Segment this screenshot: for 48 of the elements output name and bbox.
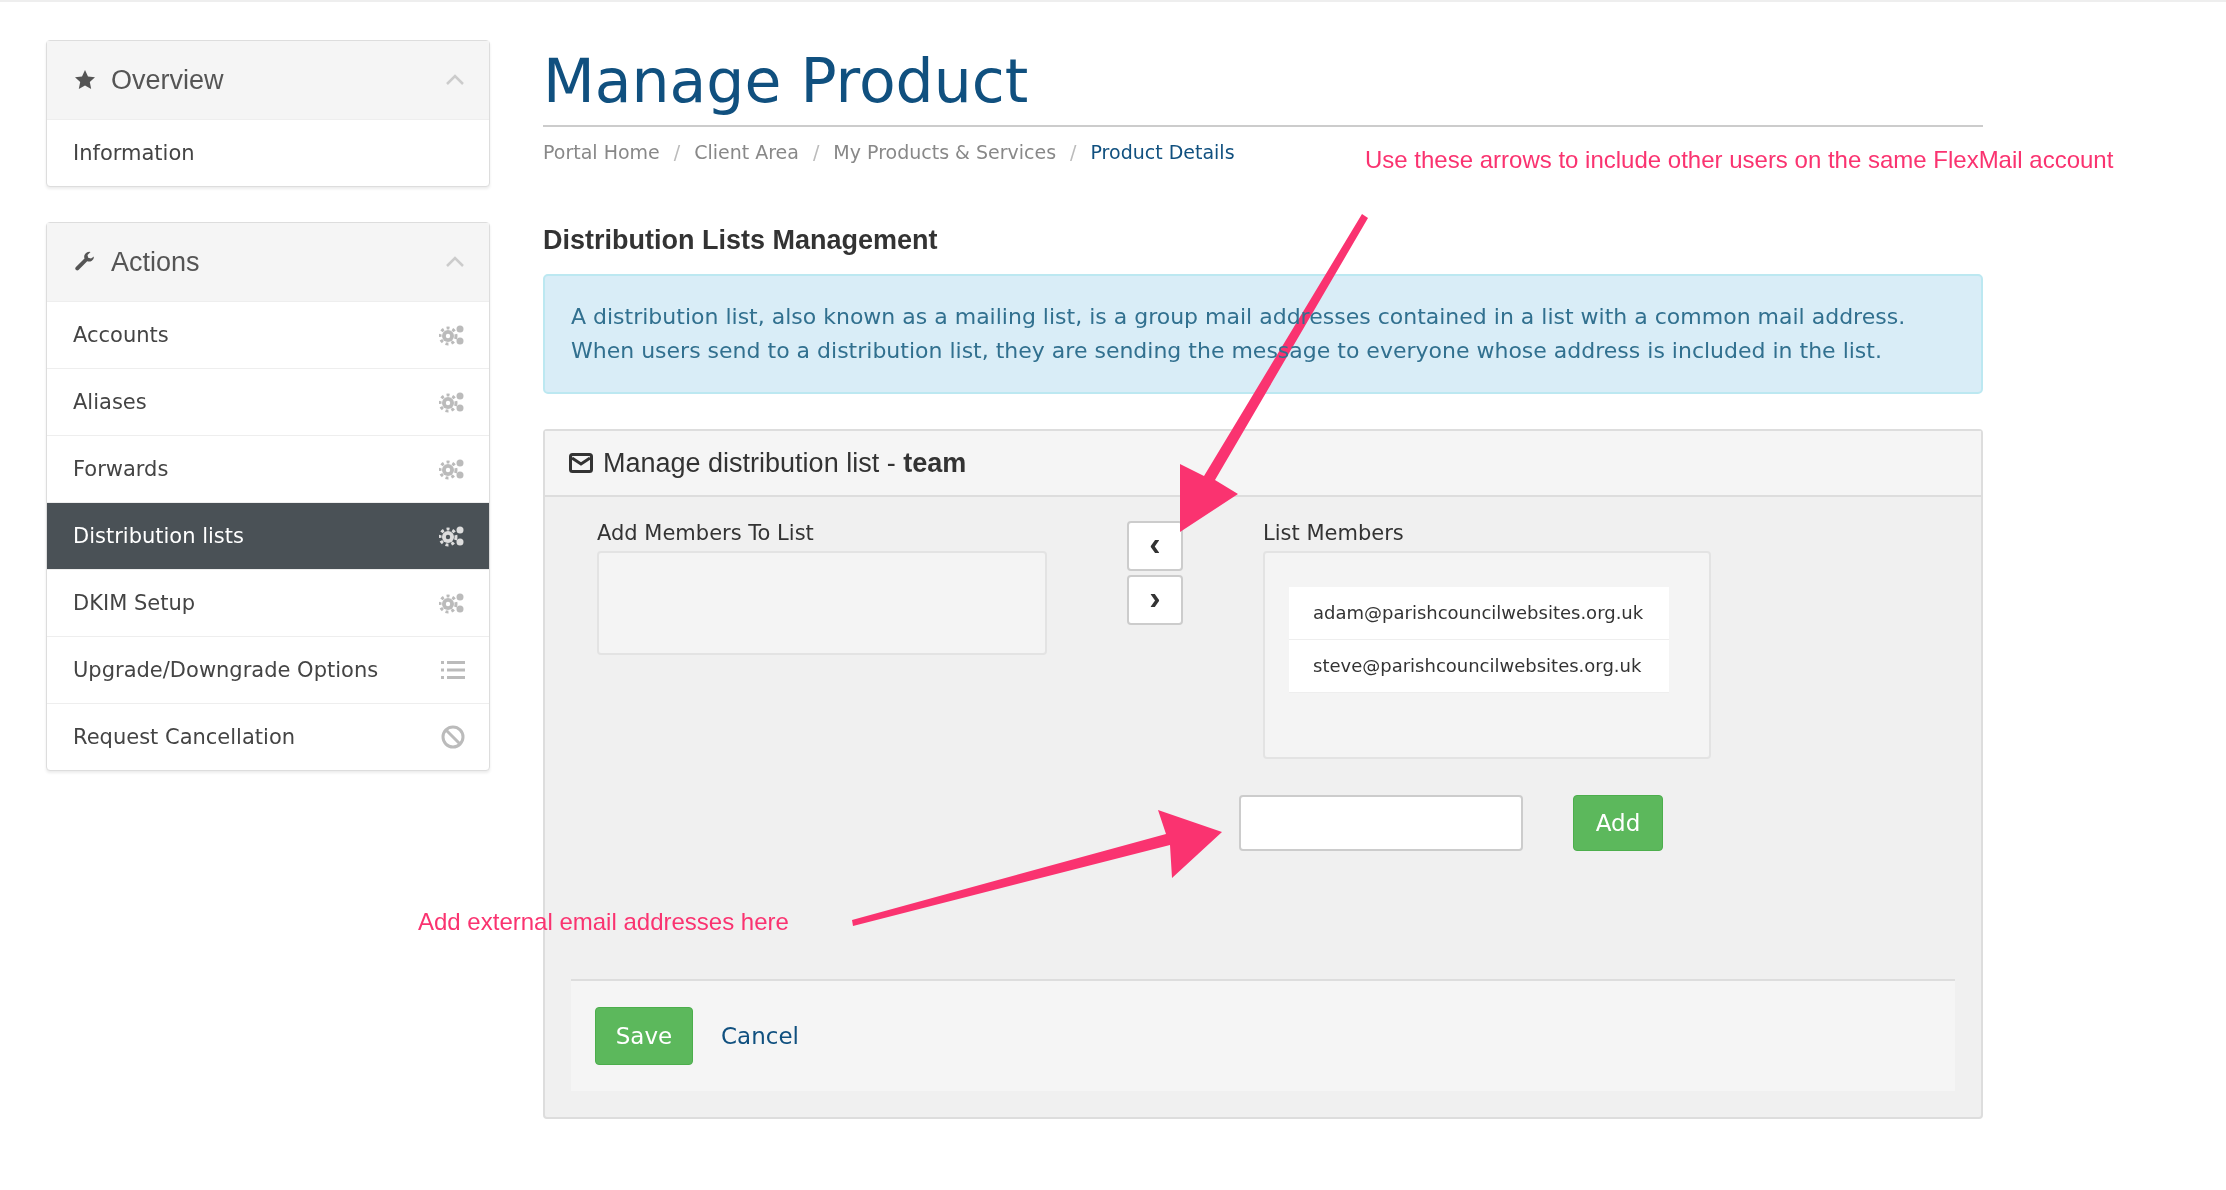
sidebar-item[interactable]: Information bbox=[47, 119, 489, 186]
section-title: Distribution Lists Management bbox=[543, 225, 939, 256]
sidebar-item[interactable]: Accounts bbox=[47, 301, 489, 368]
sidebar-item[interactable]: Request Cancellation bbox=[47, 703, 489, 770]
sidebar-item-label: Upgrade/Downgrade Options bbox=[73, 658, 379, 682]
sidebar-item-label: Aliases bbox=[73, 390, 147, 414]
ban-icon bbox=[441, 725, 465, 749]
sidebar-panel-header[interactable]: Overview bbox=[47, 41, 489, 119]
breadcrumb-link[interactable]: Client Area bbox=[694, 141, 799, 163]
annotation-text: Add external email addresses here bbox=[418, 908, 789, 936]
sidebar-item[interactable]: Aliases bbox=[47, 368, 489, 435]
panel-title: Manage distribution list - team bbox=[603, 447, 967, 479]
sidebar-item[interactable]: Distribution lists bbox=[47, 502, 489, 569]
breadcrumb-separator: / bbox=[673, 141, 681, 163]
sidebar-item-label: DKIM Setup bbox=[73, 591, 196, 615]
page-title: Manage Product bbox=[543, 45, 1983, 127]
breadcrumb-link[interactable]: Product Details bbox=[1090, 141, 1235, 163]
move-right-button[interactable]: › bbox=[1127, 575, 1183, 625]
annotation-text: Use these arrows to include other users on the same FlexMail account bbox=[1365, 146, 2114, 174]
list-icon bbox=[441, 660, 465, 680]
field-label: List Members bbox=[1263, 521, 1405, 545]
field-label: Add Members To List bbox=[597, 521, 815, 545]
breadcrumb-separator: / bbox=[1070, 141, 1077, 163]
sidebar-panel-header[interactable]: Actions bbox=[47, 223, 489, 301]
gears-icon bbox=[439, 592, 465, 614]
member-item[interactable]: steve@parishcouncilwebsites.org.uk bbox=[1289, 640, 1669, 693]
email-input-field[interactable] bbox=[1239, 795, 1523, 851]
breadcrumb-link[interactable]: My Products & Services bbox=[833, 141, 1057, 163]
gears-icon bbox=[439, 324, 465, 346]
sidebar-item[interactable]: DKIM Setup bbox=[47, 569, 489, 636]
sidebar-panel-title: Overview bbox=[111, 64, 225, 96]
sidebar-panel-title: Actions bbox=[111, 246, 201, 278]
cancel-link[interactable]: Cancel bbox=[721, 1023, 799, 1049]
sidebar-item-label: Forwards bbox=[73, 457, 169, 481]
move-left-button[interactable]: ‹ bbox=[1127, 521, 1183, 571]
gears-icon bbox=[439, 391, 465, 413]
member-item[interactable]: adam@parishcouncilwebsites.org.uk bbox=[1289, 587, 1669, 640]
breadcrumb-link[interactable]: Portal Home bbox=[543, 141, 660, 163]
sidebar-item-label: Distribution lists bbox=[73, 524, 244, 548]
breadcrumb-separator: / bbox=[812, 141, 820, 163]
star-icon bbox=[73, 68, 97, 92]
sidebar-item-label: Information bbox=[73, 141, 195, 165]
gears-icon bbox=[439, 525, 465, 547]
sidebar-item[interactable]: Upgrade/Downgrade Options bbox=[47, 636, 489, 703]
sidebar-item-label: Accounts bbox=[73, 323, 169, 347]
sidebar-item-label: Request Cancellation bbox=[73, 725, 296, 749]
envelope-icon bbox=[569, 453, 593, 473]
gears-icon bbox=[439, 458, 465, 480]
